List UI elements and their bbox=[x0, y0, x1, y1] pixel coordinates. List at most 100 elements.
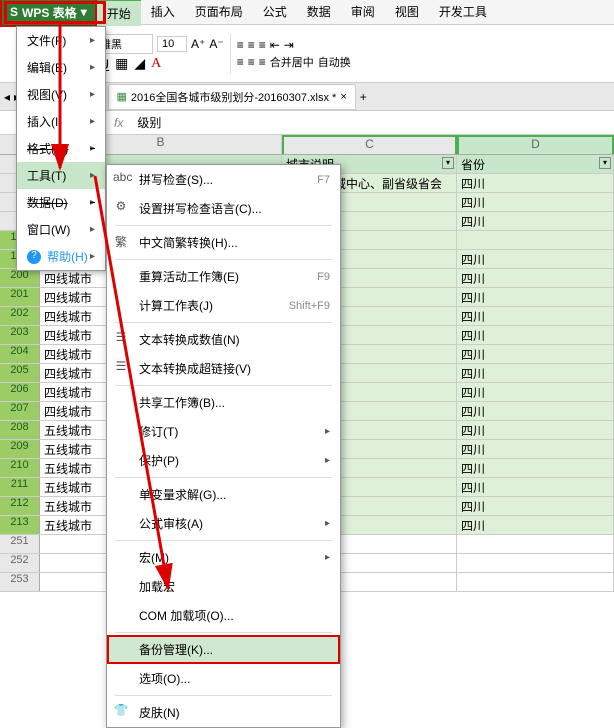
fx-icon[interactable]: fx bbox=[106, 116, 131, 130]
submenu-item[interactable]: 修订(T)▸ bbox=[107, 417, 340, 446]
tab-公式[interactable]: 公式 bbox=[253, 0, 297, 26]
cell[interactable]: 四川 bbox=[457, 402, 614, 420]
submenu-item[interactable]: 单变量求解(G)... bbox=[107, 480, 340, 509]
filter-icon[interactable]: ▾ bbox=[442, 157, 454, 169]
menu-item[interactable]: 插入(I)▸ bbox=[17, 108, 105, 135]
align-bot-icon[interactable]: ≡ bbox=[259, 38, 266, 52]
col-header-C[interactable]: C bbox=[282, 135, 457, 154]
border-button[interactable]: ▦ bbox=[115, 56, 128, 74]
cell[interactable]: 四川 bbox=[457, 478, 614, 496]
grow-font-icon[interactable]: A⁺ bbox=[191, 37, 205, 51]
align-right-icon[interactable]: ≡ bbox=[259, 55, 266, 69]
submenu-item[interactable]: 重算活动工作簿(E)F9 bbox=[107, 262, 340, 291]
cell[interactable]: 四川 bbox=[457, 269, 614, 287]
col-header-D[interactable]: D bbox=[457, 135, 614, 154]
tab-审阅[interactable]: 审阅 bbox=[341, 0, 385, 26]
cell[interactable]: 四川 bbox=[457, 421, 614, 439]
app-menu-button[interactable]: S WPS 表格 ▾ bbox=[0, 0, 97, 27]
close-icon[interactable]: × bbox=[340, 91, 346, 103]
formula-value[interactable]: 级别 bbox=[131, 114, 167, 131]
doc-tab[interactable]: ▦2016全国各城市级别划分-20160307.xlsx *× bbox=[108, 84, 356, 110]
row-header[interactable]: 205 bbox=[0, 364, 40, 382]
submenu-item[interactable]: 备份管理(K)... bbox=[107, 635, 340, 664]
row-header[interactable]: 207 bbox=[0, 402, 40, 420]
menu-item[interactable]: 文件(F)▸ bbox=[17, 27, 105, 54]
row-header[interactable]: 209 bbox=[0, 440, 40, 458]
tab-数据[interactable]: 数据 bbox=[297, 0, 341, 26]
fill-button[interactable]: ◢ bbox=[134, 56, 145, 74]
menu-item[interactable]: 工具(T)▸ bbox=[17, 162, 105, 189]
cell[interactable] bbox=[457, 554, 614, 572]
row-header[interactable]: 210 bbox=[0, 459, 40, 477]
cell[interactable]: 四川 bbox=[457, 288, 614, 306]
cell[interactable] bbox=[457, 573, 614, 591]
add-tab-icon[interactable]: + bbox=[360, 90, 367, 104]
align-mid-icon[interactable]: ≡ bbox=[248, 38, 255, 52]
row-header[interactable]: 212 bbox=[0, 497, 40, 515]
cell[interactable]: 四川 bbox=[457, 307, 614, 325]
row-header[interactable]: 206 bbox=[0, 383, 40, 401]
chevron-right-icon: ▸ bbox=[90, 116, 95, 127]
row-header[interactable]: 204 bbox=[0, 345, 40, 363]
submenu-item[interactable]: ☰文本转换成超链接(V) bbox=[107, 354, 340, 383]
tab-开始[interactable]: 开始 bbox=[97, 0, 141, 26]
submenu-item[interactable]: 共享工作簿(B)... bbox=[107, 388, 340, 417]
cell[interactable]: 四川 bbox=[457, 250, 614, 268]
row-header[interactable]: 208 bbox=[0, 421, 40, 439]
cell[interactable]: 四川 bbox=[457, 345, 614, 363]
align-left-icon[interactable]: ≡ bbox=[237, 55, 244, 69]
submenu-item[interactable]: 保护(P)▸ bbox=[107, 446, 340, 475]
tab-页面布局[interactable]: 页面布局 bbox=[185, 0, 253, 26]
size-select[interactable]: 10 bbox=[157, 36, 187, 52]
shrink-font-icon[interactable]: A⁻ bbox=[209, 37, 223, 51]
cell[interactable] bbox=[457, 231, 614, 249]
cell[interactable] bbox=[457, 535, 614, 553]
menu-item[interactable]: 格式(O)▸ bbox=[17, 135, 105, 162]
merge-button[interactable]: 合并居中 bbox=[270, 54, 314, 70]
font-color-button[interactable]: A bbox=[151, 56, 161, 74]
submenu-item[interactable]: 计算工作表(J)Shift+F9 bbox=[107, 291, 340, 320]
submenu-item[interactable]: 公式审核(A)▸ bbox=[107, 509, 340, 538]
row-header[interactable]: 201 bbox=[0, 288, 40, 306]
submenu-item[interactable]: 加载宏 bbox=[107, 572, 340, 601]
menu-item[interactable]: 数据(D)▸ bbox=[17, 189, 105, 216]
row-header[interactable]: 211 bbox=[0, 478, 40, 496]
submenu-item[interactable]: COM 加载项(O)... bbox=[107, 601, 340, 630]
cell[interactable]: 四川 bbox=[457, 516, 614, 534]
row-header[interactable]: 200 bbox=[0, 269, 40, 287]
cell[interactable]: 四川 bbox=[457, 459, 614, 477]
cell[interactable]: 四川 bbox=[457, 383, 614, 401]
row-header[interactable]: 202 bbox=[0, 307, 40, 325]
filter-icon[interactable]: ▾ bbox=[599, 157, 611, 169]
submenu-item[interactable]: ⚙设置拼写检查语言(C)... bbox=[107, 194, 340, 223]
tab-插入[interactable]: 插入 bbox=[141, 0, 185, 26]
submenu-item[interactable]: ☰文本转换成数值(N) bbox=[107, 325, 340, 354]
row-header[interactable]: 253 bbox=[0, 573, 40, 591]
align-center-icon[interactable]: ≡ bbox=[248, 55, 255, 69]
row-header[interactable]: 213 bbox=[0, 516, 40, 534]
indent-dec-icon[interactable]: ⇤ bbox=[270, 38, 280, 52]
cell[interactable]: 四川 bbox=[457, 326, 614, 344]
indent-inc-icon[interactable]: ⇥ bbox=[284, 38, 294, 52]
tab-开发工具[interactable]: 开发工具 bbox=[429, 0, 497, 26]
wrap-button[interactable]: 自动换 bbox=[318, 54, 351, 70]
header-cell[interactable]: 省份▾ bbox=[457, 155, 614, 173]
row-header[interactable]: 252 bbox=[0, 554, 40, 572]
submenu-item[interactable]: 选项(O)... bbox=[107, 664, 340, 693]
submenu-item[interactable]: 繁中文简繁转换(H)... bbox=[107, 228, 340, 257]
menu-item[interactable]: ?帮助(H)▸ bbox=[17, 243, 105, 270]
submenu-item[interactable]: abc拼写检查(S)...F7 bbox=[107, 165, 340, 194]
align-top-icon[interactable]: ≡ bbox=[237, 38, 244, 52]
menu-item[interactable]: 编辑(E)▸ bbox=[17, 54, 105, 81]
menu-item[interactable]: 窗口(W)▸ bbox=[17, 216, 105, 243]
cell[interactable]: 四川 bbox=[457, 497, 614, 515]
submenu-item[interactable]: 宏(M)▸ bbox=[107, 543, 340, 572]
cell[interactable]: 四川 bbox=[457, 364, 614, 382]
prev-tab-icon[interactable]: ◂ bbox=[4, 90, 10, 104]
menu-item[interactable]: 视图(V)▸ bbox=[17, 81, 105, 108]
row-header[interactable]: 251 bbox=[0, 535, 40, 553]
cell[interactable]: 四川 bbox=[457, 440, 614, 458]
submenu-item[interactable]: 👕皮肤(N) bbox=[107, 698, 340, 727]
row-header[interactable]: 203 bbox=[0, 326, 40, 344]
tab-视图[interactable]: 视图 bbox=[385, 0, 429, 26]
